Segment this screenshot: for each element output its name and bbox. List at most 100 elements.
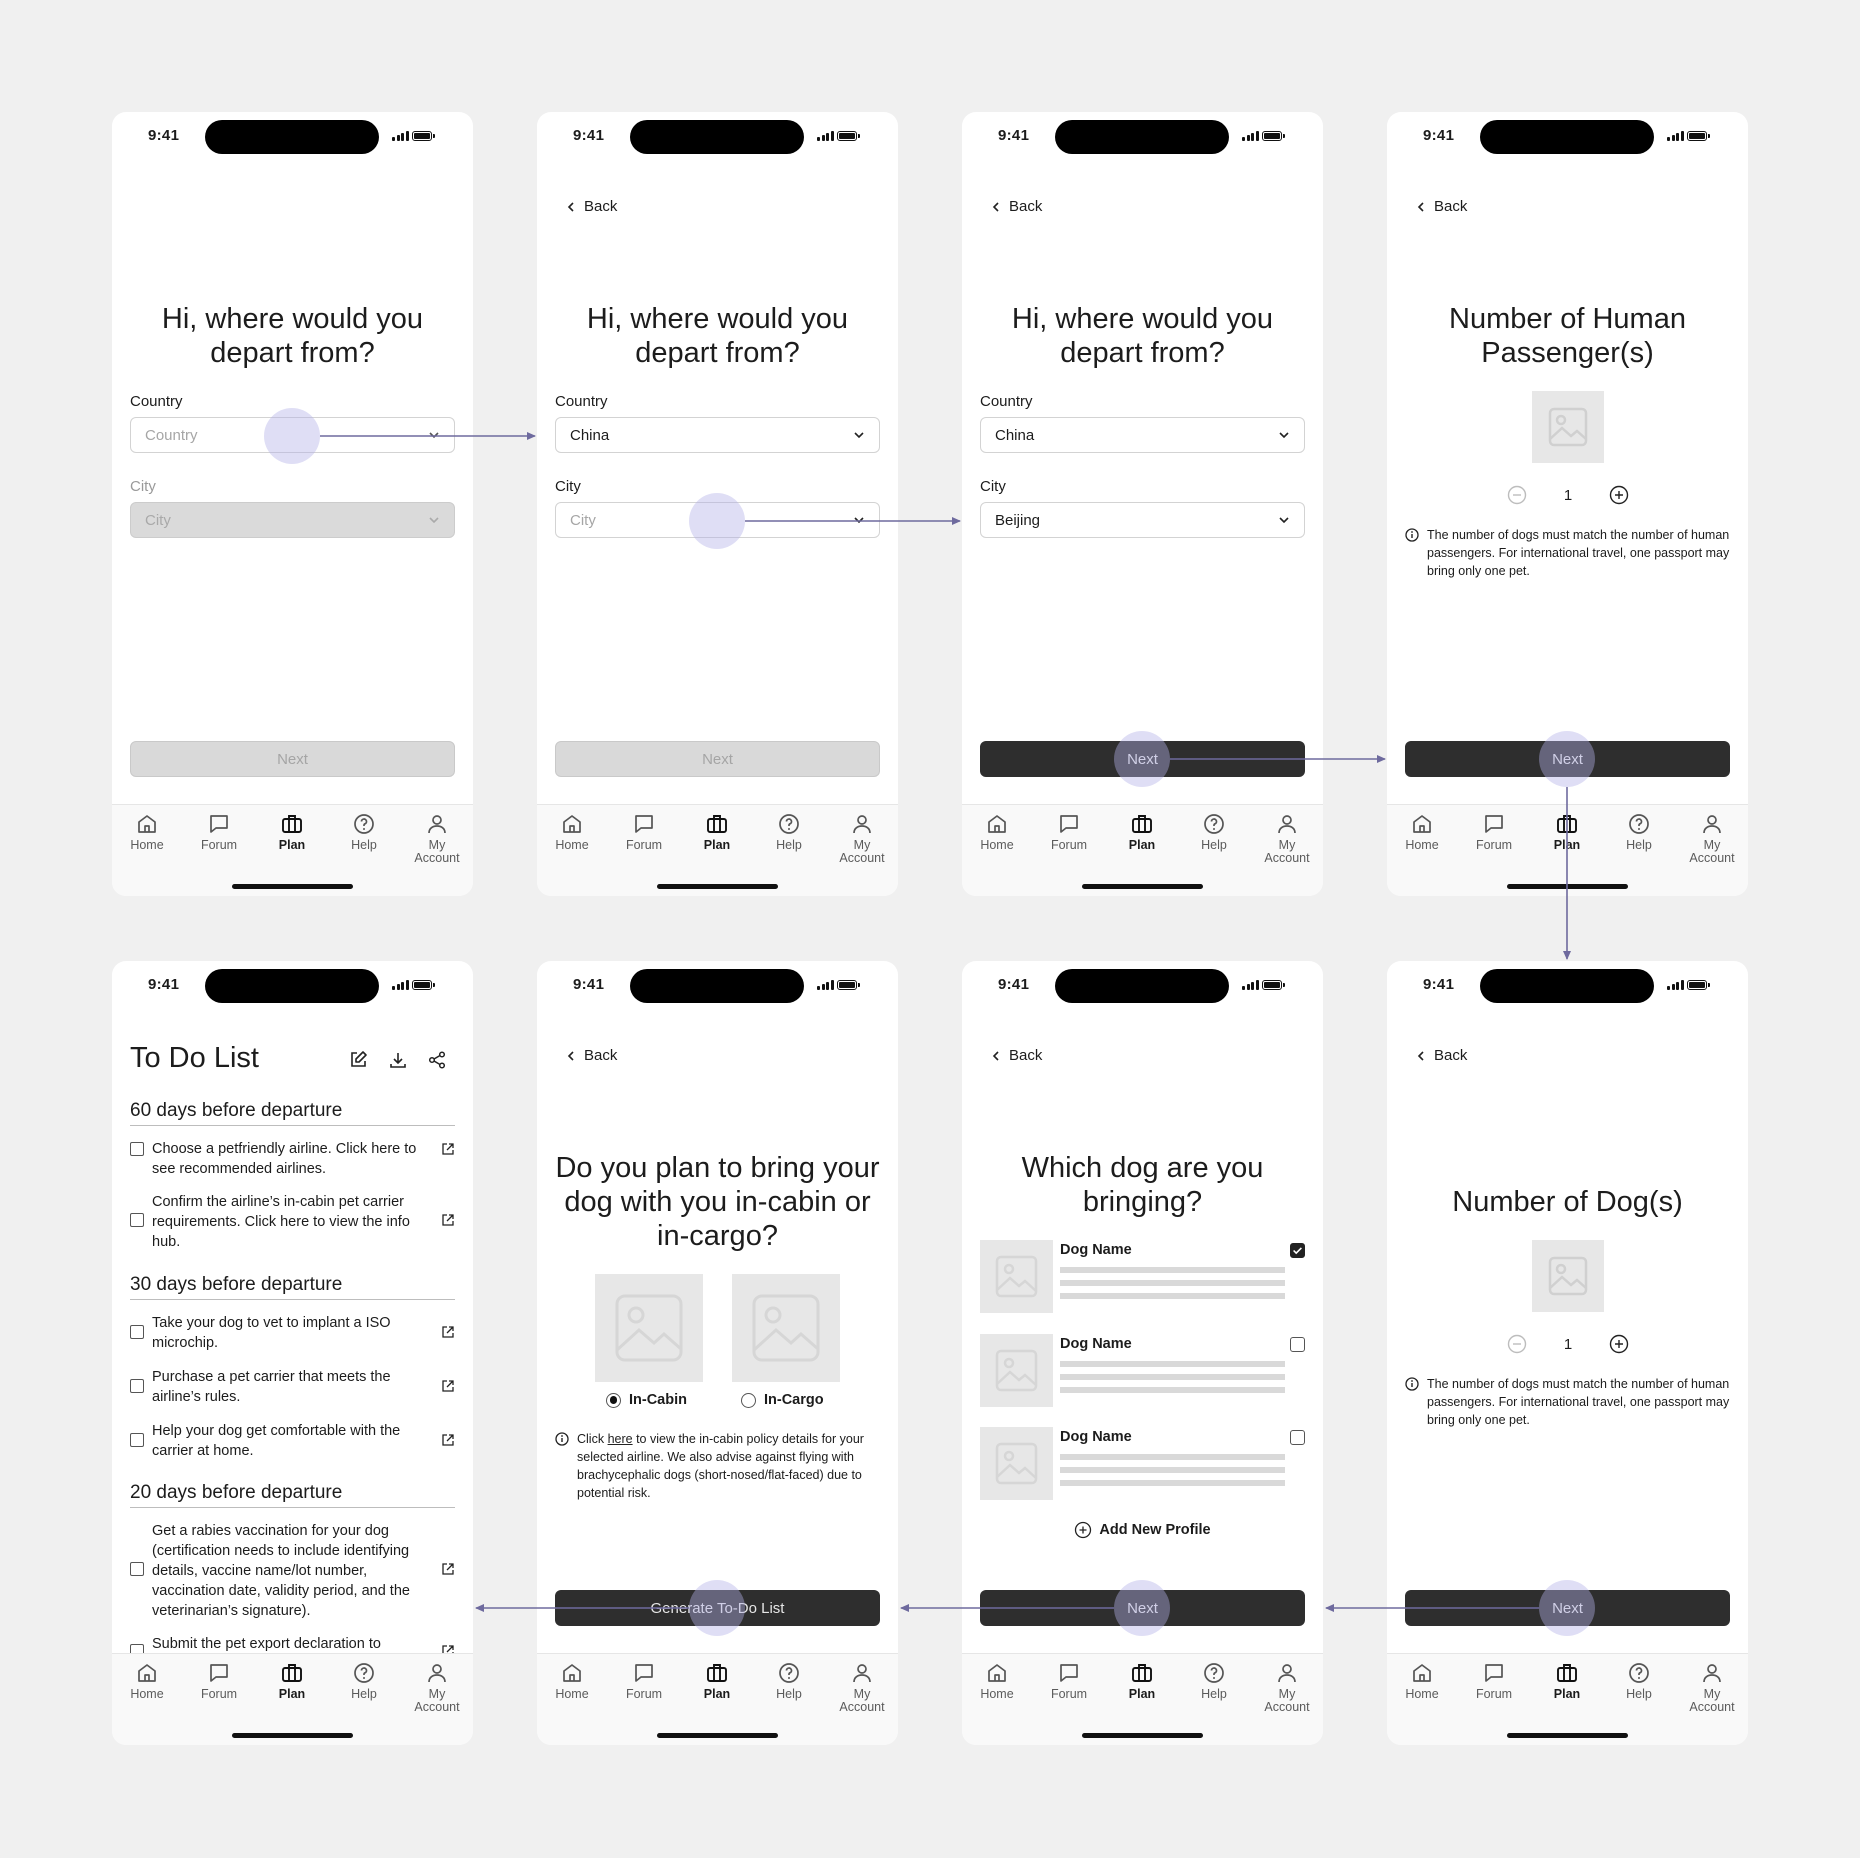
city-select[interactable]: City bbox=[555, 502, 880, 538]
dog-card[interactable]: Dog Name bbox=[980, 1427, 1305, 1500]
tab-help[interactable]: Help bbox=[1609, 1661, 1669, 1701]
next-button[interactable]: Next bbox=[980, 1590, 1305, 1626]
tab-home[interactable]: Home bbox=[542, 812, 602, 852]
checkbox[interactable] bbox=[130, 1433, 144, 1447]
in-cargo-image-icon[interactable] bbox=[732, 1274, 840, 1382]
plus-circle-icon[interactable] bbox=[1609, 485, 1629, 505]
tab-my-account[interactable]: My Account bbox=[1257, 812, 1317, 865]
city-select[interactable]: Beijing bbox=[980, 502, 1305, 538]
tab-forum[interactable]: Forum bbox=[1039, 1661, 1099, 1701]
add-profile-button[interactable]: Add New Profile bbox=[962, 1521, 1323, 1539]
checkbox[interactable] bbox=[130, 1325, 144, 1339]
in-cabin-image-icon[interactable] bbox=[595, 1274, 703, 1382]
tab-home[interactable]: Home bbox=[967, 1661, 1027, 1701]
back-button[interactable]: Back bbox=[992, 198, 1042, 215]
tab-help[interactable]: Help bbox=[334, 812, 394, 852]
next-button[interactable]: Next bbox=[1405, 741, 1730, 777]
dog-stepper[interactable]: 1 bbox=[1507, 1334, 1629, 1354]
tab-plan[interactable]: Plan bbox=[687, 812, 747, 852]
checkbox[interactable] bbox=[1290, 1337, 1305, 1352]
tab-help[interactable]: Help bbox=[759, 1661, 819, 1701]
passenger-stepper[interactable]: 1 bbox=[1507, 485, 1629, 505]
external-link-icon[interactable] bbox=[441, 1433, 455, 1447]
dog-card[interactable]: Dog Name bbox=[980, 1334, 1305, 1407]
todo-item[interactable]: Choose a petfriendly airline. Click here… bbox=[130, 1139, 455, 1179]
plus-circle-icon[interactable] bbox=[1609, 1334, 1629, 1354]
minus-circle-icon[interactable] bbox=[1507, 1334, 1527, 1354]
dog-card[interactable]: Dog Name bbox=[980, 1240, 1305, 1313]
country-select[interactable]: China bbox=[980, 417, 1305, 453]
external-link-icon[interactable] bbox=[441, 1325, 455, 1339]
tab-my-account[interactable]: My Account bbox=[832, 1661, 892, 1714]
back-button[interactable]: Back bbox=[1417, 198, 1467, 215]
tab-my-account[interactable]: My Account bbox=[1682, 812, 1742, 865]
tab-plan[interactable]: Plan bbox=[1112, 1661, 1172, 1701]
checkbox[interactable] bbox=[130, 1379, 144, 1393]
tab-plan[interactable]: Plan bbox=[262, 1661, 322, 1701]
back-button[interactable]: Back bbox=[567, 198, 617, 215]
todo-item[interactable]: Submit the pet export declaration to bbox=[130, 1634, 455, 1658]
checkbox[interactable] bbox=[130, 1142, 144, 1156]
checkbox[interactable] bbox=[1290, 1430, 1305, 1445]
tab-my-account[interactable]: My Account bbox=[1257, 1661, 1317, 1714]
tab-home[interactable]: Home bbox=[1392, 1661, 1452, 1701]
radio-in-cabin[interactable]: In-Cabin bbox=[606, 1392, 687, 1408]
tab-home[interactable]: Home bbox=[117, 1661, 177, 1701]
back-button[interactable]: Back bbox=[1417, 1047, 1467, 1064]
tab-help[interactable]: Help bbox=[1184, 812, 1244, 852]
next-button[interactable]: Next bbox=[980, 741, 1305, 777]
todo-item[interactable]: Get a rabies vaccination for your dog (c… bbox=[130, 1521, 455, 1621]
back-button[interactable]: Back bbox=[567, 1047, 617, 1064]
share-icon[interactable] bbox=[427, 1050, 447, 1070]
checkbox-checked[interactable] bbox=[1290, 1243, 1305, 1258]
radio-selected[interactable] bbox=[606, 1392, 621, 1408]
policy-link[interactable]: here bbox=[608, 1432, 633, 1446]
tab-help[interactable]: Help bbox=[1184, 1661, 1244, 1701]
tab-my-account[interactable]: My Account bbox=[1682, 1661, 1742, 1714]
tab-forum[interactable]: Forum bbox=[1464, 1661, 1524, 1701]
edit-icon[interactable] bbox=[348, 1050, 368, 1070]
back-button[interactable]: Back bbox=[992, 1047, 1042, 1064]
tab-plan[interactable]: Plan bbox=[1537, 1661, 1597, 1701]
city-select: City bbox=[130, 502, 455, 538]
todo-item[interactable]: Take your dog to vet to implant a ISO mi… bbox=[130, 1313, 455, 1353]
tab-forum[interactable]: Forum bbox=[1039, 812, 1099, 852]
tab-my-account[interactable]: My Account bbox=[407, 1661, 467, 1714]
checkbox[interactable] bbox=[130, 1562, 144, 1576]
next-button[interactable]: Next bbox=[1405, 1590, 1730, 1626]
radio-in-cargo[interactable]: In-Cargo bbox=[741, 1392, 824, 1408]
radio-unselected[interactable] bbox=[741, 1392, 756, 1408]
external-link-icon[interactable] bbox=[441, 1562, 455, 1576]
tab-plan[interactable]: Plan bbox=[262, 812, 322, 852]
tab-forum[interactable]: Forum bbox=[189, 812, 249, 852]
tab-plan[interactable]: Plan bbox=[1112, 812, 1172, 852]
country-select[interactable]: Country bbox=[130, 417, 455, 453]
tab-home[interactable]: Home bbox=[542, 1661, 602, 1701]
external-link-icon[interactable] bbox=[441, 1142, 455, 1156]
tab-label: Plan bbox=[1553, 1687, 1581, 1701]
tab-help[interactable]: Help bbox=[1609, 812, 1669, 852]
tab-help[interactable]: Help bbox=[759, 812, 819, 852]
todo-item[interactable]: Purchase a pet carrier that meets the ai… bbox=[130, 1367, 455, 1407]
tab-forum[interactable]: Forum bbox=[1464, 812, 1524, 852]
tab-my-account[interactable]: My Account bbox=[832, 812, 892, 865]
tab-forum[interactable]: Forum bbox=[189, 1661, 249, 1701]
tab-help[interactable]: Help bbox=[334, 1661, 394, 1701]
generate-todo-button[interactable]: Generate To-Do List bbox=[555, 1590, 880, 1626]
checkbox[interactable] bbox=[130, 1213, 144, 1227]
tab-home[interactable]: Home bbox=[1392, 812, 1452, 852]
todo-item[interactable]: Help your dog get comfortable with the c… bbox=[130, 1421, 455, 1461]
todo-item[interactable]: Confirm the airline’s in-cabin pet carri… bbox=[130, 1192, 455, 1252]
tab-plan[interactable]: Plan bbox=[1537, 812, 1597, 852]
country-select[interactable]: China bbox=[555, 417, 880, 453]
tab-home[interactable]: Home bbox=[967, 812, 1027, 852]
tab-forum[interactable]: Forum bbox=[614, 1661, 674, 1701]
minus-circle-icon[interactable] bbox=[1507, 485, 1527, 505]
tab-plan[interactable]: Plan bbox=[687, 1661, 747, 1701]
tab-my-account[interactable]: My Account bbox=[407, 812, 467, 865]
external-link-icon[interactable] bbox=[441, 1379, 455, 1393]
tab-home[interactable]: Home bbox=[117, 812, 177, 852]
download-icon[interactable] bbox=[388, 1050, 408, 1070]
external-link-icon[interactable] bbox=[441, 1213, 455, 1227]
tab-forum[interactable]: Forum bbox=[614, 812, 674, 852]
